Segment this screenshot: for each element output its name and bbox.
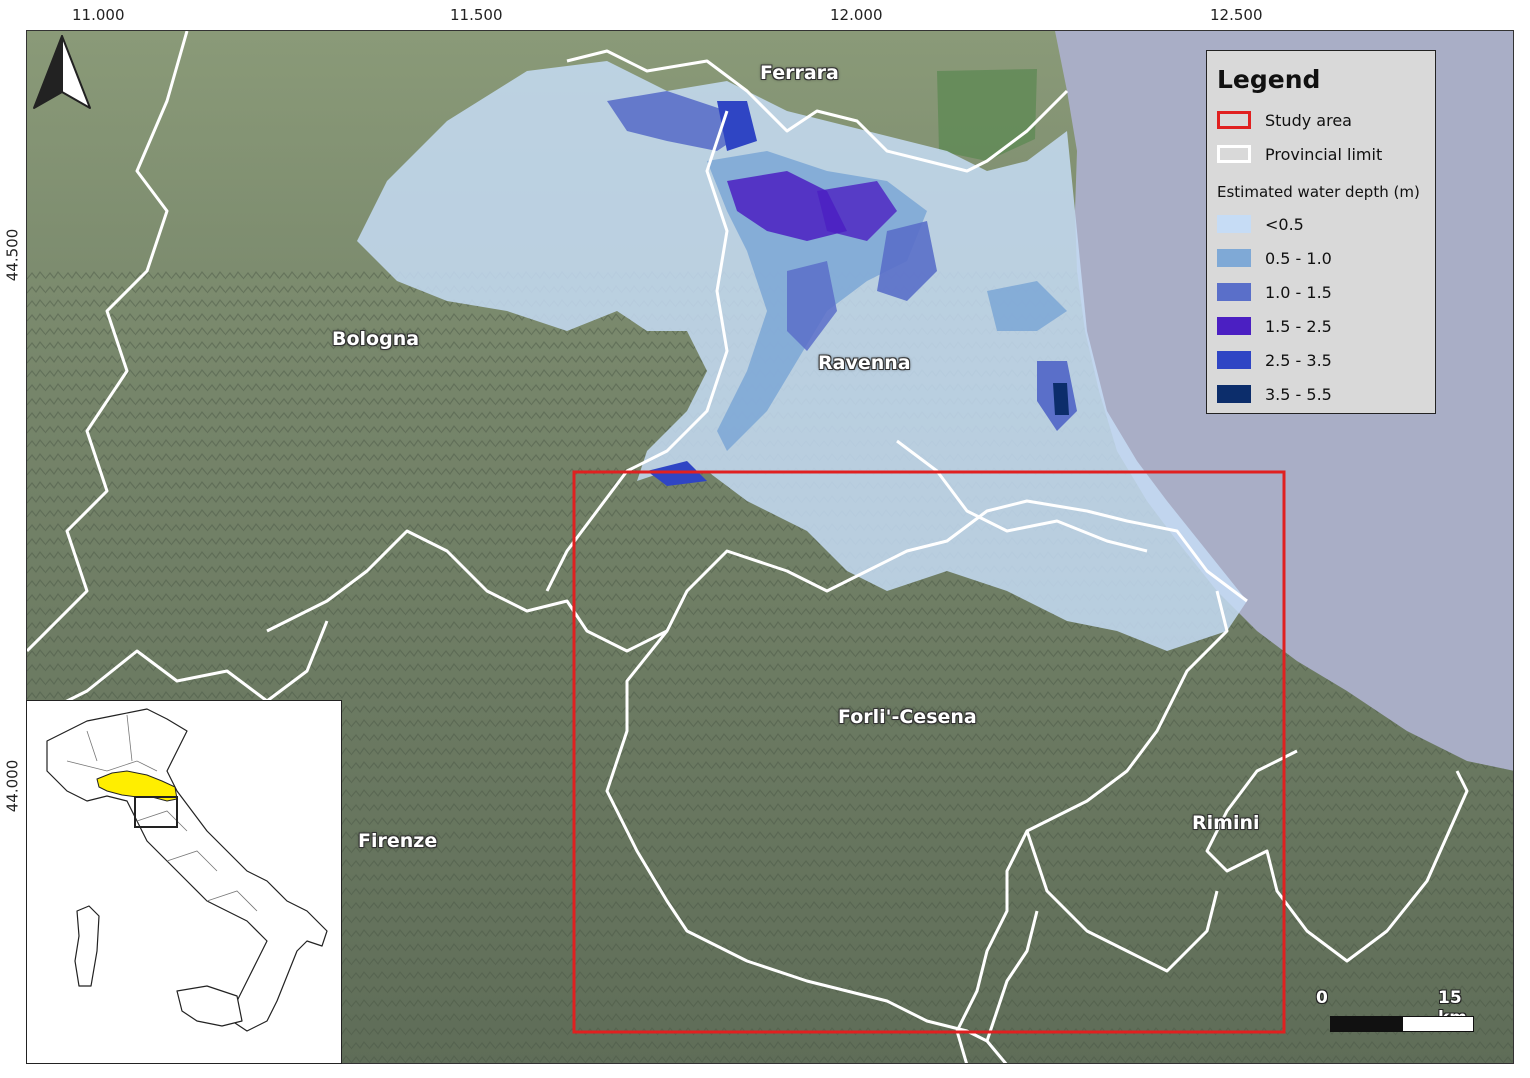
legend-label: Study area <box>1265 110 1352 130</box>
depth-class-swatch <box>1217 249 1251 267</box>
map-legend: Legend Study area Provincial limit Estim… <box>1206 50 1436 414</box>
city-label-rimini: Rimini <box>1192 812 1260 834</box>
depth-class-label: 0.5 - 1.0 <box>1265 248 1332 268</box>
scale-bar: 0 15 km <box>1314 984 1494 1048</box>
scale-segment-light <box>1402 1016 1474 1032</box>
latitude-label-2: 44.000 <box>3 759 22 813</box>
legend-item-depth-class: 1.5 - 2.5 <box>1217 315 1332 337</box>
depth-class-swatch <box>1217 317 1251 335</box>
legend-item-provincial-limit: Provincial limit <box>1217 143 1382 165</box>
city-label-firenze: Firenze <box>358 830 438 852</box>
city-label-forli-cesena: Forli'-Cesena <box>838 706 977 728</box>
legend-label: Provincial limit <box>1265 144 1383 164</box>
depth-class-label: <0.5 <box>1265 214 1304 234</box>
depth-class-label: 2.5 - 3.5 <box>1265 350 1332 370</box>
depth-class-swatch <box>1217 385 1251 403</box>
legend-title: Legend <box>1217 65 1321 94</box>
depth-class-swatch <box>1217 283 1251 301</box>
legend-item-depth-class: <0.5 <box>1217 213 1304 235</box>
depth-class-swatch <box>1217 351 1251 369</box>
depth-class-swatch <box>1217 215 1251 233</box>
longitude-label-4: 12.500 <box>1210 6 1263 24</box>
legend-item-depth-class: 1.0 - 1.5 <box>1217 281 1332 303</box>
depth-class-label: 1.0 - 1.5 <box>1265 282 1332 302</box>
north-arrow-icon <box>33 35 91 109</box>
study-area-swatch <box>1217 111 1251 129</box>
scale-start-label: 0 <box>1316 988 1328 1008</box>
italy-outline-map <box>46 708 328 1032</box>
longitude-label-3: 12.000 <box>830 6 883 24</box>
inset-locator-map <box>26 700 342 1064</box>
provincial-limit-swatch <box>1217 145 1251 163</box>
legend-item-depth-class: 0.5 - 1.0 <box>1217 247 1332 269</box>
longitude-label-2: 11.500 <box>450 6 503 24</box>
legend-depth-title: Estimated water depth (m) <box>1217 183 1420 201</box>
city-label-ferrara: Ferrara <box>760 62 839 84</box>
legend-item-depth-class: 3.5 - 5.5 <box>1217 383 1332 405</box>
depth-class-label: 3.5 - 5.5 <box>1265 384 1332 404</box>
scale-segment-dark <box>1330 1016 1404 1032</box>
legend-item-study-area: Study area <box>1217 109 1352 131</box>
legend-item-depth-class: 2.5 - 3.5 <box>1217 349 1332 371</box>
latitude-label-1: 44.500 <box>3 228 22 282</box>
city-label-bologna: Bologna <box>332 328 420 350</box>
city-label-ravenna: Ravenna <box>818 352 911 374</box>
longitude-label-1: 11.000 <box>72 6 125 24</box>
depth-class-label: 1.5 - 2.5 <box>1265 316 1332 336</box>
